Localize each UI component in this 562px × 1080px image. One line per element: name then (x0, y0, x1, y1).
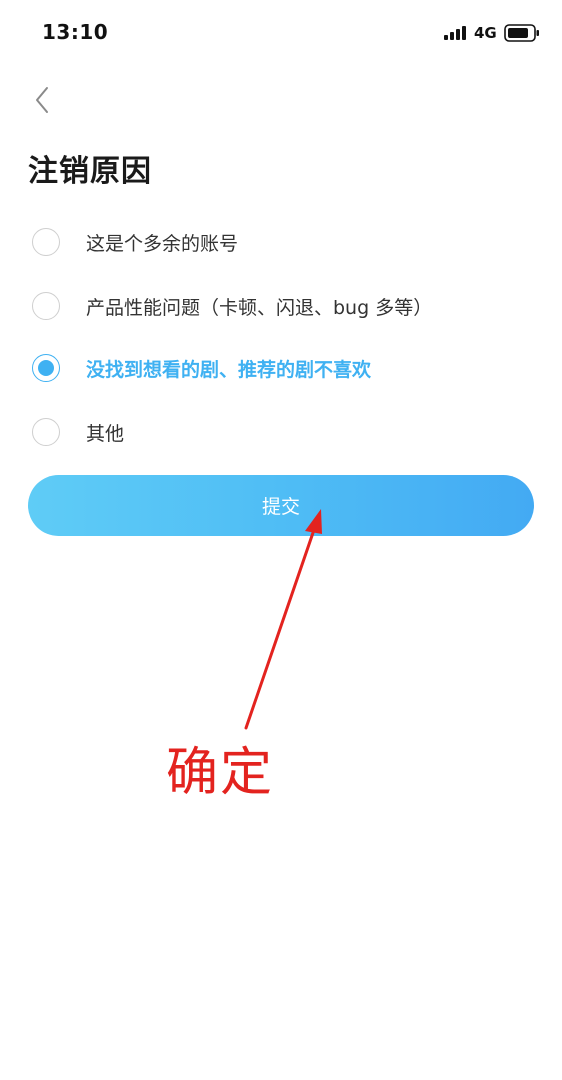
page-title: 注销原因 (28, 154, 152, 189)
signal-icon (444, 26, 466, 40)
radio-button-selected[interactable] (32, 354, 60, 382)
reason-label: 产品性能问题（卡顿、闪退、bug 多等） (86, 296, 433, 319)
status-time: 13:10 (42, 20, 109, 44)
reason-label: 其他 (86, 422, 125, 445)
back-button[interactable] (22, 80, 62, 120)
reason-option-no-content[interactable]: 没找到想看的剧、推荐的剧不喜欢 (32, 348, 532, 388)
radio-button[interactable] (32, 228, 60, 256)
network-label: 4G (474, 24, 497, 42)
reason-option-other[interactable]: 其他 (32, 412, 532, 452)
annotation-label: 确定 (166, 743, 275, 803)
reason-option-performance-issues[interactable]: 产品性能问题（卡顿、闪退、bug 多等） (32, 286, 532, 326)
battery-icon (504, 24, 539, 42)
reason-option-redundant-account[interactable]: 这是个多余的账号 (32, 222, 532, 262)
radio-dot (38, 360, 54, 376)
reason-label: 这是个多余的账号 (86, 232, 239, 255)
reason-label: 没找到想看的剧、推荐的剧不喜欢 (86, 358, 372, 381)
submit-button[interactable]: 提交 (28, 475, 534, 536)
status-bar: 13:10 4G (0, 0, 562, 66)
radio-button[interactable] (32, 292, 60, 320)
radio-button[interactable] (32, 418, 60, 446)
chevron-left-icon (36, 87, 48, 113)
